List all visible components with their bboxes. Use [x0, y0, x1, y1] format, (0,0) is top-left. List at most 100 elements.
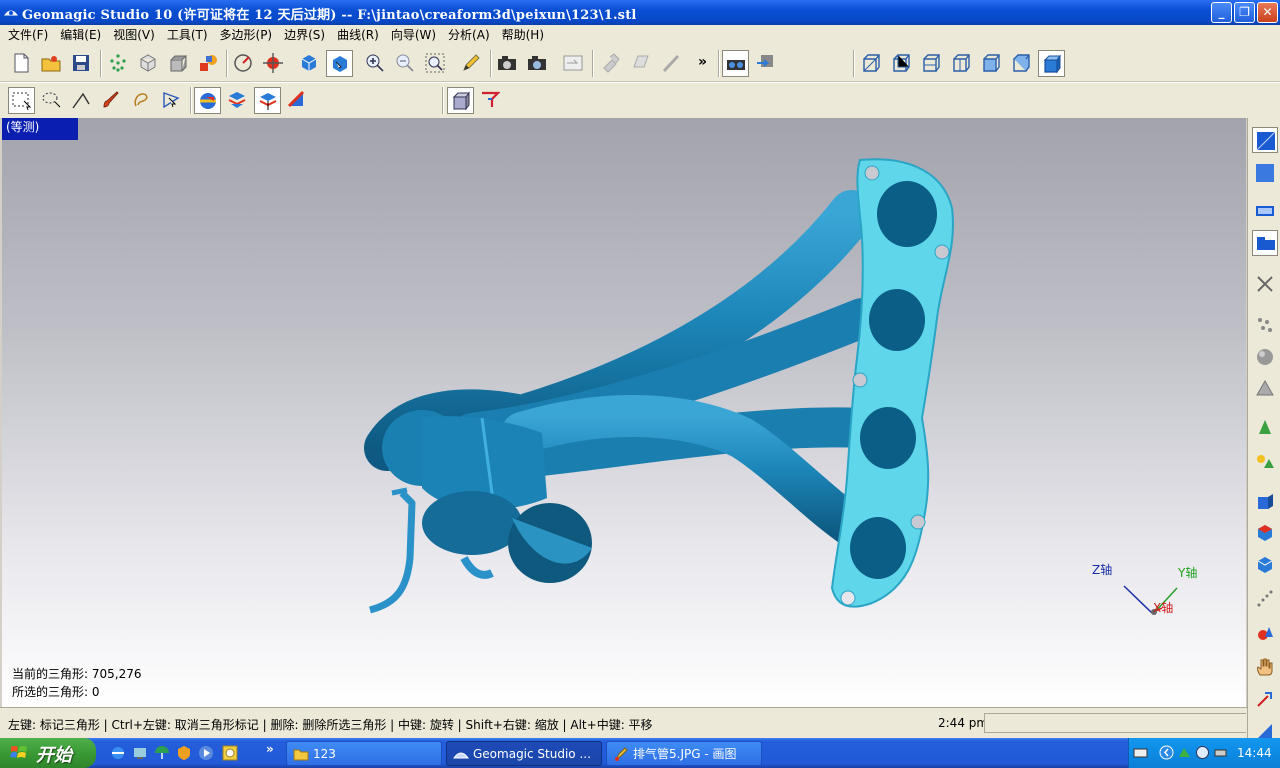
clock-app-icon[interactable]: [222, 745, 238, 761]
printer-icon[interactable]: [1213, 745, 1228, 760]
close-button[interactable]: ✕: [1257, 2, 1278, 23]
menu-boundaries[interactable]: 边界(S): [278, 25, 331, 46]
umbrella-icon[interactable]: [154, 745, 170, 761]
menu-edit[interactable]: 编辑(E): [54, 25, 107, 46]
primitive-mix-button[interactable]: [1252, 620, 1278, 646]
current-triangles-text: 当前的三角形: 705,276: [12, 667, 142, 681]
pyramid-mode-button[interactable]: [1252, 376, 1278, 402]
line-select-button[interactable]: [68, 87, 95, 114]
toolbar-overflow-button[interactable]: »: [694, 50, 712, 77]
menu-view[interactable]: 视图(V): [107, 25, 161, 46]
select-by-angle-button[interactable]: [284, 87, 311, 114]
taskbar-item-geomagic[interactable]: Geomagic Studio ...: [446, 741, 602, 766]
nurbs-button[interactable]: [1252, 488, 1278, 514]
plane-button[interactable]: [628, 50, 655, 77]
network-status-icon[interactable]: [1195, 745, 1210, 760]
import-device-button[interactable]: [752, 50, 779, 77]
custom-region-button[interactable]: [128, 87, 155, 114]
zoom-in-button[interactable]: [362, 50, 389, 77]
align-button[interactable]: [1252, 686, 1278, 712]
points-mode-button[interactable]: [1252, 312, 1278, 338]
menu-wizards[interactable]: 向导(W): [385, 25, 442, 46]
dotted-curve-button[interactable]: [1252, 586, 1278, 612]
pencil-button[interactable]: [458, 50, 485, 77]
cube-red-button[interactable]: [1252, 520, 1278, 546]
primitives-button[interactable]: [1252, 448, 1278, 474]
folder-icon: [293, 749, 309, 761]
view-front-button[interactable]: [858, 50, 885, 77]
layered-select-button[interactable]: [224, 87, 251, 114]
line-button[interactable]: [658, 50, 685, 77]
feature-green-button[interactable]: [1252, 414, 1278, 440]
3d-viewport[interactable]: (等测) Z轴 Y轴 X轴 当前的三角形: 705,276 所选的三角形: 0: [2, 118, 1246, 707]
media-player-icon[interactable]: [198, 745, 214, 761]
wireframe-button[interactable]: [135, 50, 162, 77]
rotate-center-button[interactable]: [230, 50, 257, 77]
render-flat-button[interactable]: [1252, 127, 1278, 153]
camera-button[interactable]: [494, 50, 521, 77]
taskbar-item-123[interactable]: 123: [286, 741, 442, 766]
zoom-window-button[interactable]: [422, 50, 449, 77]
sphere-mode-button[interactable]: [1252, 344, 1278, 370]
close-panel-button[interactable]: [1252, 271, 1278, 297]
cube-blue-button[interactable]: [1252, 552, 1278, 578]
camera-settings-button[interactable]: [524, 50, 551, 77]
menu-curves[interactable]: 曲线(R): [331, 25, 385, 46]
open-file-button[interactable]: [38, 50, 65, 77]
shaded-button[interactable]: [165, 50, 192, 77]
menu-tools[interactable]: 工具(T): [161, 25, 214, 46]
quicklaunch-more-button[interactable]: »: [266, 742, 274, 756]
view-isometric-button[interactable]: [1038, 50, 1065, 77]
render-smooth-button[interactable]: [1252, 160, 1278, 186]
keyboard-icon[interactable]: [1133, 745, 1148, 760]
save-button[interactable]: [68, 50, 95, 77]
exhaust-manifold-model[interactable]: [2, 118, 1246, 707]
color-button[interactable]: [195, 50, 222, 77]
geomagic-app-icon[interactable]: [4, 5, 18, 19]
set-center-button[interactable]: [260, 50, 287, 77]
view-right-button[interactable]: [948, 50, 975, 77]
safety-remove-icon[interactable]: [1177, 745, 1192, 760]
view-bottom-button[interactable]: [1008, 50, 1035, 77]
hand-tool-button[interactable]: [1252, 654, 1278, 680]
taskbar-clock[interactable]: 14:44: [1237, 746, 1272, 760]
panel-toggle-button[interactable]: [560, 50, 587, 77]
menu-help[interactable]: 帮助(H): [496, 25, 550, 46]
ie-icon[interactable]: [110, 745, 126, 761]
model-manager-button[interactable]: [1252, 230, 1278, 256]
points-button[interactable]: [105, 50, 132, 77]
restore-button[interactable]: ❐: [1234, 2, 1255, 23]
cube-isometric-icon: [1043, 54, 1061, 74]
new-file-button[interactable]: [8, 50, 35, 77]
select-visible-button[interactable]: [194, 87, 221, 114]
start-button[interactable]: 开始: [0, 738, 96, 768]
lasso-select-button[interactable]: [38, 87, 65, 114]
view-back-button[interactable]: [888, 50, 915, 77]
select-back-faces-button[interactable]: [254, 87, 281, 114]
feature-button[interactable]: [598, 50, 625, 77]
minimize-button[interactable]: _: [1211, 2, 1232, 23]
select-through-button[interactable]: [158, 87, 185, 114]
select-cube-button[interactable]: [326, 50, 353, 77]
network-icon[interactable]: [132, 745, 148, 761]
view-cube-button[interactable]: [296, 50, 323, 77]
pencil-icon: [463, 54, 480, 71]
clipping-button[interactable]: [477, 87, 504, 114]
view-top-button[interactable]: [978, 50, 1005, 77]
panel-display-button[interactable]: [1252, 198, 1278, 224]
menu-polygons[interactable]: 多边形(P): [214, 25, 279, 46]
zoom-out-button[interactable]: [392, 50, 419, 77]
transparent-cube-button[interactable]: [447, 87, 474, 114]
taskbar-item-paint[interactable]: 排气管5.JPG - 画图: [606, 741, 762, 766]
paintbrush-select-button[interactable]: [98, 87, 125, 114]
shaded-box-icon: [170, 55, 188, 72]
menu-file[interactable]: 文件(F): [2, 25, 54, 46]
scanner-button[interactable]: [722, 50, 749, 77]
shield-app-icon[interactable]: [176, 745, 192, 761]
arrow-triangle-icon: [163, 92, 180, 109]
view-left-button[interactable]: [918, 50, 945, 77]
tray-expand-icon[interactable]: [1159, 745, 1174, 760]
menu-analysis[interactable]: 分析(A): [442, 25, 496, 46]
lasso-rope-icon: [134, 93, 148, 107]
rectangle-select-button[interactable]: [8, 87, 35, 114]
